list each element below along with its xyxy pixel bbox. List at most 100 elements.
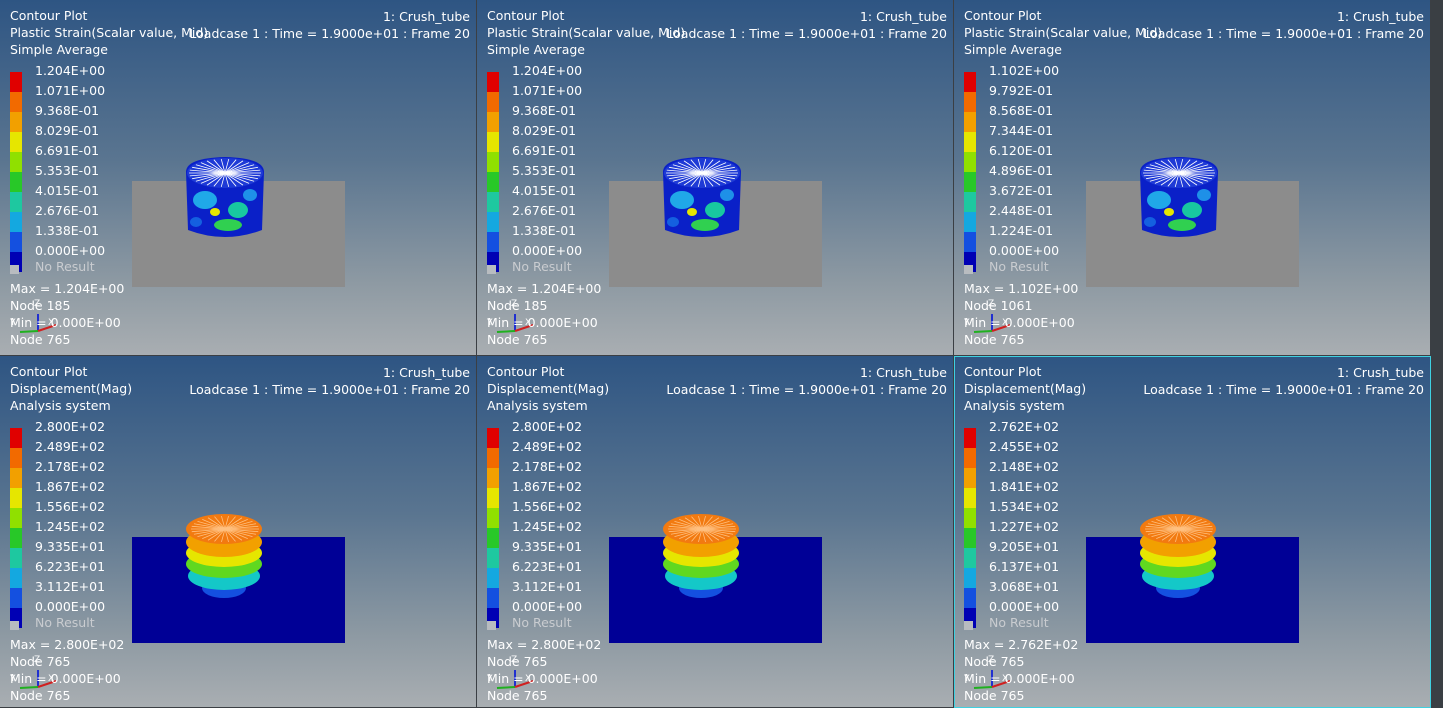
min-node: Node 765 — [964, 332, 1025, 347]
legend-color-band — [487, 92, 499, 112]
result-type: Plastic Strain(Scalar value, Mid) — [487, 25, 686, 40]
max-node: Node 765 — [964, 654, 1025, 669]
legend-color-band — [487, 488, 499, 508]
legend-color-band — [487, 172, 499, 192]
legend-value-label: 2.676E-01 — [35, 203, 100, 218]
crush-tube-displacement[interactable] — [663, 514, 739, 598]
no-result-swatch — [487, 265, 496, 274]
no-result-swatch — [487, 621, 496, 630]
legend-color-band — [964, 448, 976, 468]
legend-color-band — [10, 468, 22, 488]
legend-value-label: 1.227E+02 — [989, 519, 1060, 534]
legend-labels: 1.204E+00 1.071E+00 9.368E-01 8.029E-01 6.69… — [35, 64, 105, 264]
graphics-viewport-1[interactable]: Contour Plot Plastic Strain(Scalar value… — [0, 0, 477, 356]
legend-color-band — [487, 448, 499, 468]
no-result-swatch — [964, 265, 973, 274]
model-name: 1: Crush_tube — [382, 9, 470, 24]
max-node: Node 185 — [10, 298, 71, 313]
legend-color-band — [487, 528, 499, 548]
no-result-label: No Result — [35, 259, 95, 274]
legend-labels: 2.800E+02 2.489E+02 2.178E+02 1.867E+02 1.55… — [35, 420, 105, 620]
legend-value-label: 2.489E+02 — [35, 439, 106, 454]
legend-labels: 1.102E+00 9.792E-01 8.568E-01 7.344E-01 6.12… — [989, 64, 1059, 264]
result-type: Displacement(Mag) — [487, 381, 610, 396]
min-node: Node 765 — [10, 332, 71, 347]
legend-value-label: 1.102E+00 — [989, 63, 1060, 78]
legend-color-band — [10, 428, 22, 448]
min-value: Min = 0.000E+00 — [964, 315, 1075, 330]
legend-value-label: 1.071E+00 — [512, 83, 583, 98]
legend-value-label: 2.148E+02 — [989, 459, 1060, 474]
viewport-grid: Contour Plot Plastic Strain(Scalar value… — [0, 0, 1443, 708]
min-node: Node 765 — [10, 688, 71, 703]
legend-color-band — [487, 132, 499, 152]
legend-color-band — [964, 212, 976, 232]
legend-color-bar — [964, 428, 976, 628]
max-node: Node 765 — [487, 654, 548, 669]
legend-value-label: 1.071E+00 — [35, 83, 106, 98]
min-value: Min = 0.000E+00 — [10, 671, 121, 686]
graphics-viewport-3[interactable]: Contour Plot Plastic Strain(Scalar value… — [954, 0, 1431, 356]
legend-color-band — [487, 112, 499, 132]
legend-value-label: 6.120E-01 — [989, 143, 1054, 158]
no-result-swatch — [10, 621, 19, 630]
plot-title: Contour Plot — [487, 364, 565, 379]
graphics-viewport-2[interactable]: Contour Plot Plastic Strain(Scalar value… — [477, 0, 954, 356]
crush-tube-strain[interactable] — [186, 157, 264, 237]
crush-tube-displacement[interactable] — [186, 514, 262, 598]
legend-value-label: 9.205E+01 — [989, 539, 1060, 554]
graphics-viewport-4[interactable]: Contour Plot Displacement(Mag) Analysis … — [0, 356, 477, 708]
legend-value-label: 6.137E+01 — [989, 559, 1060, 574]
crush-tube-strain[interactable] — [1140, 157, 1218, 237]
no-result-swatch — [10, 265, 19, 274]
legend-value-label: 9.335E+01 — [35, 539, 106, 554]
legend-color-band — [487, 568, 499, 588]
max-node: Node 185 — [487, 298, 548, 313]
max-node: Node 765 — [10, 654, 71, 669]
legend-color-band — [10, 548, 22, 568]
graphics-viewport-6[interactable]: Contour Plot Displacement(Mag) Analysis … — [954, 356, 1431, 708]
legend-color-band — [487, 548, 499, 568]
result-type: Displacement(Mag) — [10, 381, 133, 396]
legend-color-band — [10, 172, 22, 192]
legend-color-bar — [487, 428, 499, 628]
legend-value-label: 6.223E+01 — [512, 559, 583, 574]
legend-value-label: 8.029E-01 — [512, 123, 577, 138]
legend-color-band — [487, 152, 499, 172]
legend-value-label: 9.335E+01 — [512, 539, 583, 554]
no-result-label: No Result — [512, 259, 572, 274]
min-node: Node 765 — [487, 688, 548, 703]
legend-value-label: 1.338E-01 — [512, 223, 577, 238]
legend-color-band — [487, 428, 499, 448]
legend-value-label: 1.534E+02 — [989, 499, 1060, 514]
legend-value-label: 5.353E-01 — [35, 163, 100, 178]
legend-value-label: 6.223E+01 — [35, 559, 106, 574]
legend-color-band — [10, 112, 22, 132]
legend-value-label: 2.448E-01 — [989, 203, 1054, 218]
graphics-viewport-5[interactable]: Contour Plot Displacement(Mag) Analysis … — [477, 356, 954, 708]
legend-color-band — [10, 212, 22, 232]
result-type: Plastic Strain(Scalar value, Mid) — [10, 25, 209, 40]
legend-color-band — [964, 548, 976, 568]
legend-value-label: 3.112E+01 — [512, 579, 583, 594]
legend-color-band — [964, 192, 976, 212]
legend-color-band — [10, 528, 22, 548]
legend-value-label: 1.245E+02 — [35, 519, 106, 534]
legend-value-label: 1.841E+02 — [989, 479, 1060, 494]
legend-color-band — [964, 92, 976, 112]
legend-value-label: 7.344E-01 — [989, 123, 1054, 138]
model-name: 1: Crush_tube — [1336, 365, 1424, 380]
legend-color-band — [10, 568, 22, 588]
legend-value-label: 1.338E-01 — [35, 223, 100, 238]
legend-value-label: 9.368E-01 — [512, 103, 577, 118]
legend-value-label: 2.489E+02 — [512, 439, 583, 454]
result-type: Displacement(Mag) — [964, 381, 1087, 396]
crush-tube-strain[interactable] — [663, 157, 741, 237]
legend-value-label: 1.204E+00 — [35, 63, 106, 78]
legend-color-band — [964, 508, 976, 528]
no-result-label: No Result — [512, 615, 572, 630]
legend-color-band — [964, 428, 976, 448]
legend-color-band — [964, 132, 976, 152]
crush-tube-displacement[interactable] — [1140, 514, 1216, 598]
legend-color-band — [10, 508, 22, 528]
